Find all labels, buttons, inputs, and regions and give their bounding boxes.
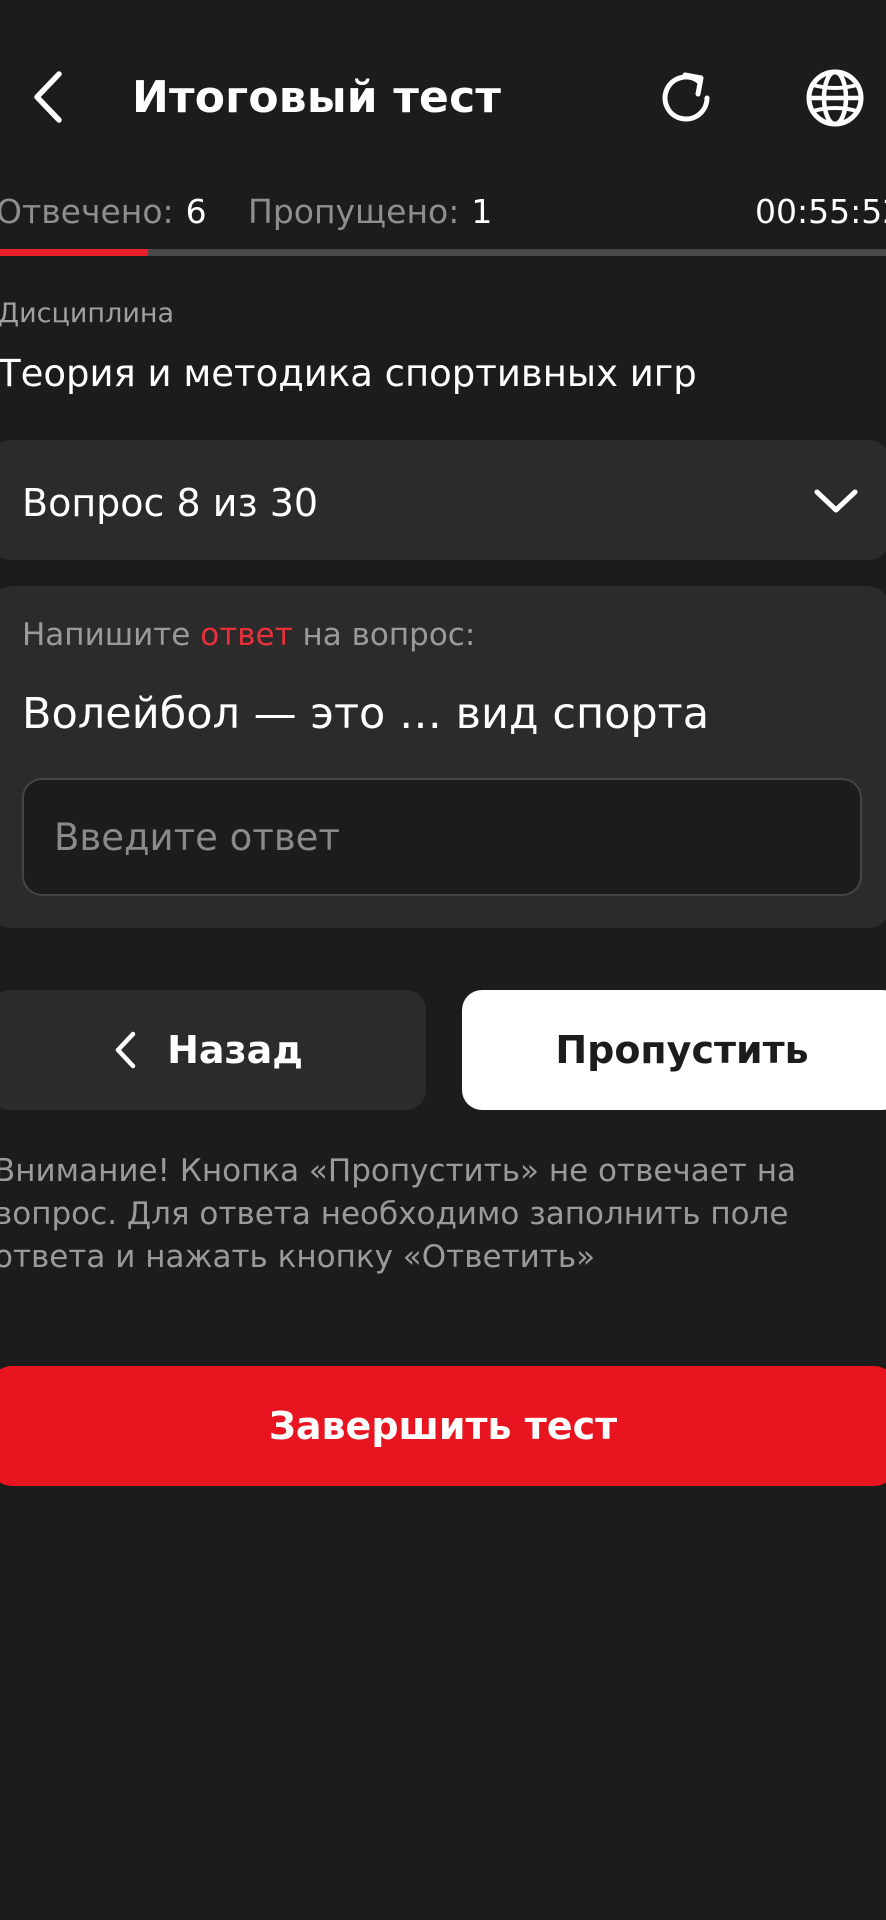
discipline-name: Теория и методика спортивных игр: [0, 352, 697, 395]
previous-question-button[interactable]: Назад: [0, 990, 426, 1110]
previous-question-label: Назад: [167, 1028, 303, 1072]
skipped-stat: Пропущено: 1: [248, 190, 492, 234]
question-selector-toggle[interactable]: [810, 478, 862, 524]
finish-test-button[interactable]: Завершить тест: [0, 1366, 886, 1486]
prompt-accent: ответ: [200, 617, 293, 653]
answer-input[interactable]: [22, 778, 862, 896]
language-button[interactable]: [800, 63, 870, 133]
skipped-label: Пропущено:: [248, 192, 460, 231]
chevron-left-icon: [34, 71, 62, 123]
discipline-label: Дисциплина: [0, 298, 175, 329]
globe-icon: [806, 69, 864, 127]
timer: 00:55:52: [755, 192, 886, 231]
back-button[interactable]: [22, 66, 74, 128]
answered-count: 6: [185, 192, 207, 231]
chevron-down-icon: [814, 489, 858, 513]
question-text: Волейбол — это … вид спорта: [22, 689, 710, 739]
prompt-text-end: на вопрос:: [302, 617, 476, 653]
skip-warning: Внимание! Кнопка «Пропустить» не отвечае…: [0, 1153, 796, 1275]
reload-icon: [662, 72, 710, 122]
skipped-count: 1: [471, 192, 493, 231]
progress-fill: [0, 249, 148, 256]
page-title: Итоговый тест: [132, 72, 502, 123]
question-prompt: Напишите ответ на вопрос:: [22, 614, 475, 656]
question-number: Вопрос 8 из 30: [22, 481, 319, 525]
reload-button[interactable]: [653, 65, 719, 131]
skip-button[interactable]: Пропустить: [462, 990, 886, 1110]
prompt-text: Напишите: [22, 617, 191, 653]
test-screen: Итоговый тест Отвечено: 6 Пропущено: 1 00:…: [0, 0, 886, 1920]
skip-label: Пропустить: [555, 1028, 809, 1072]
chevron-left-icon: [115, 1031, 136, 1069]
finish-test-label: Завершить тест: [268, 1404, 618, 1448]
answered-label: Отвечено:: [0, 192, 174, 231]
answered-stat: Отвечено: 6: [0, 190, 207, 234]
